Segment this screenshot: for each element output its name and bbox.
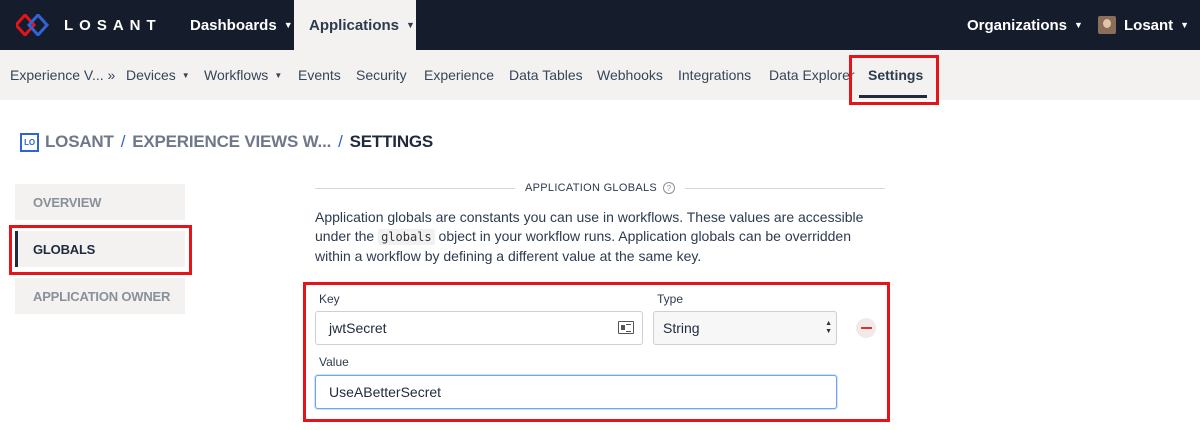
subnav-label: Experience V... » [10, 67, 116, 83]
help-icon[interactable]: ? [663, 182, 676, 194]
subnav-label: Events [298, 67, 341, 83]
breadcrumb: LO LOSANT / EXPERIENCE VIEWS W... / SETT… [20, 130, 433, 154]
subnav-label: Data Explorer [769, 67, 855, 83]
highlight-globals-item [9, 225, 192, 275]
breadcrumb-separator: / [120, 132, 126, 151]
applications-label: Applications [309, 16, 400, 34]
section-description: Application globals are constants you ca… [315, 208, 890, 266]
app-badge-icon: LO [20, 132, 39, 152]
highlight-settings-tab [849, 55, 939, 105]
subnav-label: Data Tables [509, 67, 583, 83]
top-navbar: LOSANT Dashboards ▼ Applications ▼ Organiz… [0, 0, 1200, 50]
highlight-global-row [303, 282, 890, 422]
subnav-label: Workflows [204, 67, 269, 83]
divider [315, 187, 515, 189]
caret-down-icon: ▼ [274, 70, 283, 80]
subnav-data-tables[interactable]: Data Tables [509, 50, 583, 100]
dashboards-menu[interactable]: Dashboards ▼ [190, 0, 293, 50]
breadcrumb-view[interactable]: EXPERIENCE VIEWS W... [132, 132, 331, 152]
organizations-label: Organizations [967, 16, 1068, 34]
user-menu[interactable]: Losant ▼ [1098, 0, 1189, 50]
subnav-devices[interactable]: Devices ▼ [126, 50, 190, 100]
subnav-label: Integrations [678, 67, 752, 83]
dashboards-label: Dashboards [190, 16, 277, 34]
logo-icon [16, 14, 50, 36]
caret-down-icon: ▼ [283, 20, 293, 30]
subnav-webhooks[interactable]: Webhooks [597, 50, 663, 100]
subnav-experience-views[interactable]: Experience V... » [10, 50, 115, 100]
sidebar-item-application-owner[interactable]: APPLICATION OWNER [15, 278, 185, 314]
caret-down-icon: ▼ [406, 20, 415, 30]
subnav-security[interactable]: Security [356, 50, 407, 100]
subnav-data-explorer[interactable]: Data Explorer [769, 50, 855, 100]
subnav-label: Devices [126, 67, 176, 83]
subnav-experience[interactable]: Experience [424, 50, 494, 100]
brand-name: LOSANT [64, 16, 162, 34]
user-name: Losant [1124, 16, 1174, 34]
subnav-label: Security [356, 67, 407, 83]
subnav-label: Experience [424, 67, 495, 83]
avatar [1098, 16, 1116, 34]
caret-down-icon: ▼ [1074, 20, 1083, 30]
subnav-integrations[interactable]: Integrations [678, 50, 751, 100]
losant-logo[interactable]: LOSANT [16, 13, 162, 37]
section-title-text: APPLICATION GLOBALS [524, 182, 658, 194]
code-snippet: globals [378, 229, 435, 245]
caret-down-icon: ▼ [181, 70, 190, 80]
breadcrumb-separator: / [338, 132, 343, 151]
application-subnav: Experience V... » Devices ▼ Workflows ▼ Ev… [0, 50, 1200, 100]
divider [685, 187, 886, 189]
sidebar-item-label: OVERVIEW [33, 194, 102, 210]
organizations-menu[interactable]: Organizations ▼ [967, 0, 1083, 50]
section-header: APPLICATION GLOBALS ? [315, 180, 886, 196]
breadcrumb-current: SETTINGS [349, 132, 434, 151]
sidebar-item-label: APPLICATION OWNER [33, 288, 171, 304]
caret-down-icon: ▼ [1180, 20, 1190, 30]
subnav-events[interactable]: Events [298, 50, 341, 100]
breadcrumb-app[interactable]: LOSANT [45, 132, 114, 152]
subnav-workflows[interactable]: Workflows ▼ [204, 50, 282, 100]
section-title: APPLICATION GLOBALS ? [524, 182, 676, 194]
applications-menu[interactable]: Applications ▼ [294, 0, 416, 50]
sidebar-item-overview[interactable]: OVERVIEW [15, 184, 185, 220]
subnav-label: Webhooks [597, 67, 663, 83]
